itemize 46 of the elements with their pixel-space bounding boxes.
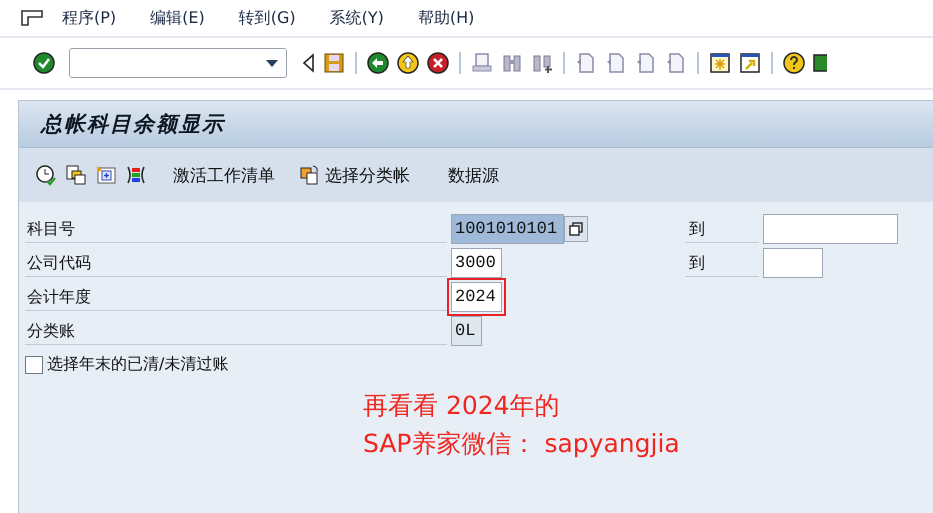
screen-title: 总帐科目余额显示	[41, 111, 225, 138]
first-page-icon[interactable]	[575, 52, 597, 74]
menu-item[interactable]: 编辑(E)	[150, 8, 205, 28]
field-label: 分类账	[25, 317, 447, 345]
copy-icon	[569, 222, 583, 236]
layout-icon[interactable]	[813, 52, 827, 74]
range-label: 到	[685, 249, 759, 277]
field-label: 科目号	[25, 215, 447, 243]
range-label: 到	[685, 215, 759, 243]
columns-icon[interactable]	[125, 164, 147, 186]
input-field[interactable]	[763, 248, 823, 278]
menu-item[interactable]: 转到(G)	[238, 8, 296, 28]
input-field[interactable]: 3000	[451, 248, 502, 278]
add-icon[interactable]	[95, 164, 117, 186]
menu-item[interactable]: 程序(P)	[62, 8, 116, 28]
last-page-icon[interactable]	[665, 52, 687, 74]
dropdown-icon[interactable]	[266, 60, 278, 66]
clock-check-icon[interactable]	[35, 164, 57, 186]
input-field[interactable]	[763, 214, 898, 244]
annotation-text: SAP养家微信： sapyangjia	[363, 428, 681, 460]
copy-icon[interactable]	[65, 164, 87, 186]
back-icon[interactable]	[367, 52, 389, 74]
checkbox-label: 选择年末的已清/未清过账	[47, 354, 228, 375]
save-icon[interactable]	[323, 52, 345, 74]
new-window-icon[interactable]	[709, 52, 731, 74]
toolbar-button[interactable]: 选择分类帐	[295, 162, 414, 188]
next-page-icon[interactable]	[635, 52, 657, 74]
triangle-left-icon[interactable]	[301, 52, 315, 74]
print-icon[interactable]	[471, 52, 493, 74]
previous-page-icon[interactable]	[605, 52, 627, 74]
cancel-icon[interactable]	[427, 52, 449, 74]
field-label: 会计年度	[25, 283, 447, 311]
check-icon[interactable]	[33, 52, 55, 74]
checkbox[interactable]	[25, 356, 43, 374]
multiple-selection-button[interactable]	[564, 216, 588, 242]
input-field[interactable]: 0L	[451, 316, 482, 346]
annotation-text: 再看看 2024年的	[363, 390, 561, 422]
shortcut-icon[interactable]	[739, 52, 761, 74]
command-field[interactable]	[69, 48, 287, 78]
menu-item[interactable]: 系统(Y)	[330, 8, 384, 28]
field-label: 公司代码	[25, 249, 447, 277]
toolbar-button[interactable]: 数据源	[444, 162, 503, 188]
help-icon[interactable]	[783, 52, 805, 74]
menu-item[interactable]: 帮助(H)	[418, 8, 474, 28]
input-field[interactable]: 1001010101	[451, 214, 564, 244]
toolbar-button[interactable]: 激活工作清单	[169, 162, 279, 188]
